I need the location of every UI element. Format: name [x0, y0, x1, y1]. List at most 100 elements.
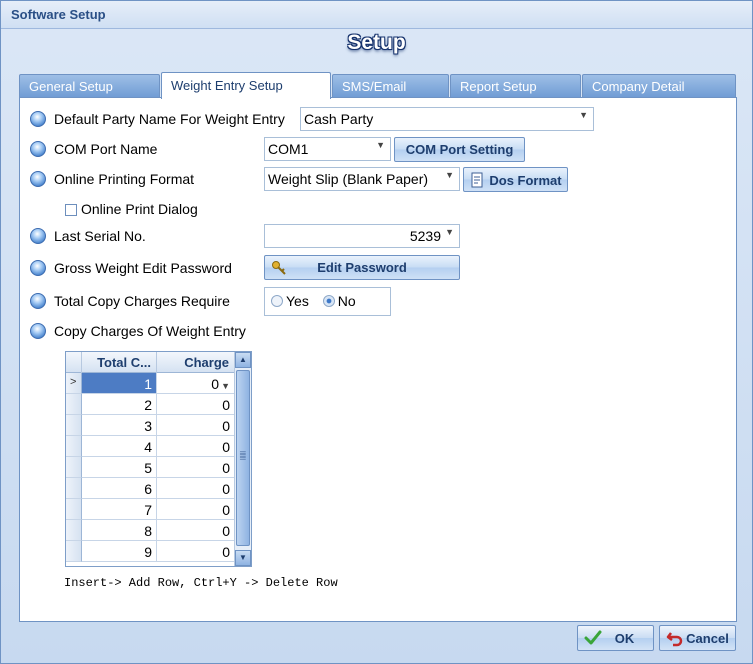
charge-cell[interactable]: 0: [157, 541, 235, 562]
page-title: Setup: [347, 31, 406, 54]
com-port-value: COM1: [268, 141, 309, 157]
total-copies-cell[interactable]: 4: [82, 436, 157, 457]
document-icon: [469, 172, 485, 188]
grid-shortcut-hint: Insert-> Add Row, Ctrl+Y -> Delete Row: [64, 576, 338, 590]
com-port-label: COM Port Name: [54, 141, 158, 157]
row-selector[interactable]: [66, 457, 82, 478]
dropdown-arrow-icon[interactable]: ▼: [579, 110, 588, 120]
table-row[interactable]: 2 0: [66, 394, 235, 415]
last-serial-label: Last Serial No.: [54, 228, 146, 244]
charge-cell[interactable]: 0: [157, 436, 235, 457]
table-row[interactable]: 4 0: [66, 436, 235, 457]
window-title: Software Setup: [11, 7, 106, 22]
yes-radio-option[interactable]: Yes: [271, 293, 309, 309]
cancel-label: Cancel: [686, 631, 729, 646]
row-selector[interactable]: [66, 520, 82, 541]
row-selector[interactable]: [66, 499, 82, 520]
table-row[interactable]: 8 0: [66, 520, 235, 541]
no-radio-label: No: [337, 293, 356, 309]
ok-button[interactable]: OK: [577, 625, 654, 651]
online-print-dialog-checkbox[interactable]: [65, 204, 77, 216]
dropdown-arrow-icon[interactable]: ▼: [445, 170, 454, 180]
total-copy-charges-label: Total Copy Charges Require: [54, 293, 230, 309]
grid-vertical-scrollbar[interactable]: ▲ ═ ═ ═ ▼: [234, 352, 251, 566]
charge-cell[interactable]: 0: [157, 457, 235, 478]
row-selector[interactable]: [66, 415, 82, 436]
charge-cell[interactable]: 0: [157, 520, 235, 541]
dropdown-arrow-icon[interactable]: ▼: [445, 227, 454, 237]
yes-radio[interactable]: [271, 295, 283, 307]
charge-cell[interactable]: 0: [157, 478, 235, 499]
scrollbar-thumb[interactable]: ═ ═ ═: [236, 370, 250, 546]
edit-password-label: Edit Password: [317, 260, 407, 275]
scroll-up-icon[interactable]: ▲: [235, 352, 251, 368]
tab-report-setup[interactable]: Report Setup: [450, 74, 581, 98]
online-printing-value: Weight Slip (Blank Paper): [268, 171, 429, 187]
bullet-icon: [30, 228, 46, 244]
bullet-icon: [30, 111, 46, 127]
default-party-value: Cash Party: [304, 111, 374, 127]
tab-sms-email[interactable]: SMS/Email: [332, 74, 449, 98]
no-radio[interactable]: [322, 295, 335, 307]
table-row[interactable]: 5 0: [66, 457, 235, 478]
dropdown-arrow-icon[interactable]: ▼: [376, 140, 385, 150]
yes-radio-label: Yes: [286, 293, 309, 309]
grid-corner-cell: [66, 352, 82, 373]
setup-window: Software Setup Setup General Setup Weigh…: [0, 0, 753, 664]
total-copies-cell[interactable]: 7: [82, 499, 157, 520]
total-copies-cell[interactable]: 5: [82, 457, 157, 478]
online-print-dialog-label: Online Print Dialog: [81, 201, 198, 217]
total-copies-cell[interactable]: 3: [82, 415, 157, 436]
charge-cell[interactable]: 0: [157, 394, 235, 415]
edit-password-button[interactable]: Edit Password: [264, 255, 460, 280]
charge-cell[interactable]: 0: [157, 415, 235, 436]
total-copies-cell[interactable]: 1: [82, 373, 157, 394]
row-selector-marker[interactable]: >: [66, 373, 82, 394]
ok-label: OK: [614, 631, 635, 646]
column-header-total-copies[interactable]: Total C...: [82, 352, 157, 373]
bullet-icon: [30, 171, 46, 187]
table-row[interactable]: 7 0: [66, 499, 235, 520]
row-selector[interactable]: [66, 541, 82, 562]
charge-cell[interactable]: 0: [157, 499, 235, 520]
tab-weight-entry-setup[interactable]: Weight Entry Setup: [161, 72, 331, 99]
dos-format-button[interactable]: Dos Format: [463, 167, 568, 192]
total-copies-cell[interactable]: 8: [82, 520, 157, 541]
column-header-charge[interactable]: Charge: [157, 352, 235, 373]
com-port-select[interactable]: COM1 ▼: [264, 137, 391, 161]
total-copy-charges-radio-group: Yes No: [264, 287, 391, 316]
com-port-setting-button[interactable]: COM Port Setting: [394, 137, 525, 162]
cancel-button[interactable]: Cancel: [659, 625, 736, 651]
row-selector[interactable]: [66, 478, 82, 499]
total-copies-cell[interactable]: 2: [82, 394, 157, 415]
default-party-select[interactable]: Cash Party ▼: [300, 107, 594, 131]
dos-format-label: Dos Format: [489, 173, 562, 188]
grip-icon: ═ ═ ═: [240, 448, 246, 463]
charge-cell-value: 0: [211, 376, 220, 392]
dropdown-arrow-icon[interactable]: ▼: [221, 381, 230, 391]
scroll-down-icon[interactable]: ▼: [235, 550, 251, 566]
key-icon: [271, 260, 287, 276]
table-row[interactable]: 9 0: [66, 541, 235, 562]
gross-weight-password-label: Gross Weight Edit Password: [54, 260, 232, 276]
no-radio-option[interactable]: No: [322, 293, 356, 309]
online-printing-label: Online Printing Format: [54, 171, 195, 187]
total-copies-cell[interactable]: 6: [82, 478, 157, 499]
bullet-icon: [30, 293, 46, 309]
copy-charges-grid[interactable]: Total C... Charge > 1 0 ▼ 2 0 3 0 4 0 5 …: [65, 351, 252, 567]
charge-cell-editor[interactable]: 0 ▼: [157, 373, 235, 394]
tab-company-detail[interactable]: Company Detail: [582, 74, 736, 98]
online-printing-select[interactable]: Weight Slip (Blank Paper) ▼: [264, 167, 460, 191]
bullet-icon: [30, 141, 46, 157]
total-copies-cell[interactable]: 9: [82, 541, 157, 562]
table-row[interactable]: > 1 0 ▼: [66, 373, 235, 394]
row-selector[interactable]: [66, 436, 82, 457]
last-serial-value: 5239: [409, 228, 441, 244]
table-row[interactable]: 6 0: [66, 478, 235, 499]
row-selector[interactable]: [66, 394, 82, 415]
undo-arrow-icon: [666, 629, 684, 647]
table-row[interactable]: 3 0: [66, 415, 235, 436]
last-serial-spinner[interactable]: 5239 ▼: [264, 224, 460, 248]
tab-general-setup[interactable]: General Setup: [19, 74, 160, 98]
checkmark-icon: [584, 629, 602, 647]
